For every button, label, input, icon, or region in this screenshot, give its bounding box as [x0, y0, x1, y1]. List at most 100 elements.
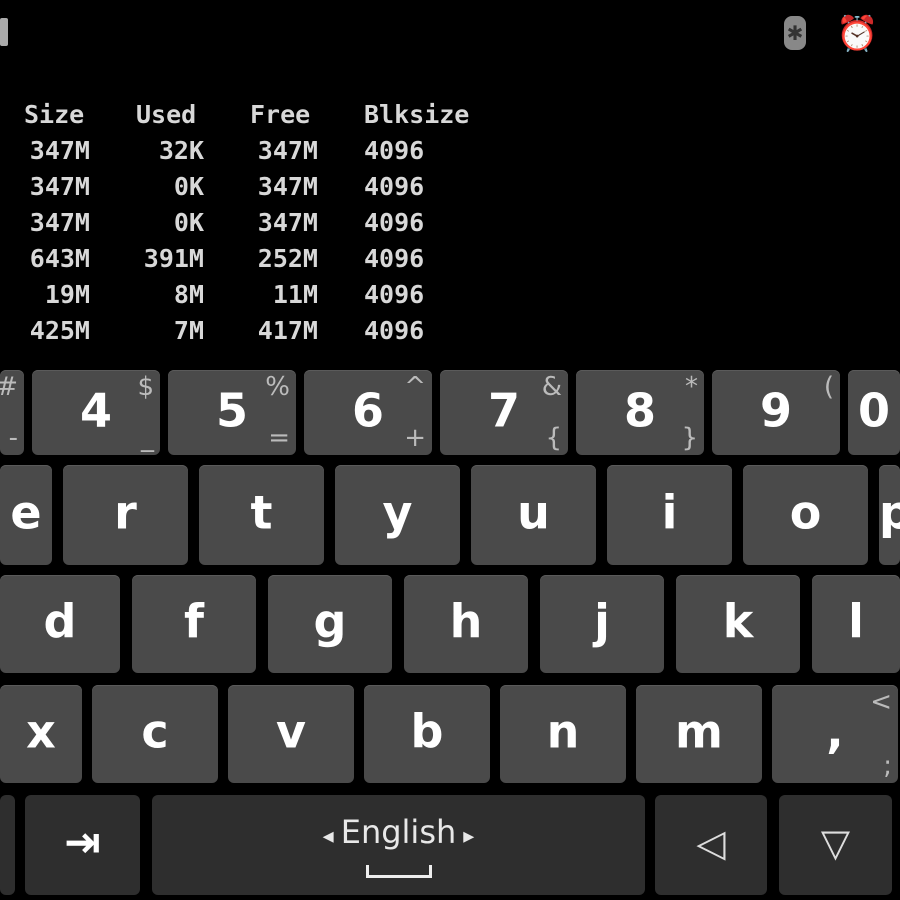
language-next-icon: ▸ — [456, 824, 475, 849]
key-g[interactable]: g — [268, 575, 392, 673]
key-label: g — [313, 594, 347, 649]
key-t[interactable]: t — [199, 465, 324, 565]
key-hint-bottom: } — [681, 423, 698, 453]
bluetooth-icon: ✱ — [784, 16, 806, 50]
key-x[interactable]: x — [0, 685, 82, 783]
terminal-cell: 252M — [257, 244, 318, 273]
terminal-cell: 4096 — [364, 208, 425, 237]
key-8[interactable]: 8 *} — [576, 370, 704, 455]
hide-keyboard-key[interactable]: ▽ — [779, 795, 892, 895]
key-label: u — [517, 485, 550, 540]
key-label: d — [43, 594, 77, 649]
key-hint-bottom: + — [404, 423, 426, 453]
terminal-row: 425M 7M 417M 4096 — [0, 316, 600, 352]
key-label: v — [276, 704, 306, 759]
terminal-row: 19M 8M 11M 4096 — [0, 280, 600, 316]
space-bar[interactable]: ◂ English ▸ — [152, 795, 645, 895]
key-label: m — [675, 704, 723, 759]
key-j[interactable]: j — [540, 575, 664, 673]
space-icon — [366, 865, 432, 878]
key-4[interactable]: 4 $ _ — [32, 370, 160, 455]
key-label: r — [114, 485, 137, 540]
key-hint-top: % — [265, 372, 290, 402]
terminal-cell: 347M — [257, 208, 318, 237]
terminal-cell: 0K — [173, 208, 204, 237]
terminal-cell: 11M — [272, 280, 318, 309]
alarm-icon: ⏰ — [836, 14, 879, 54]
key-hint-top: $ — [137, 372, 154, 402]
key-hint-bottom: = — [268, 423, 290, 453]
hide-keyboard-icon: ▽ — [820, 820, 851, 865]
terminal-row: 643M 391M 252M 4096 — [0, 244, 600, 280]
key-9[interactable]: 9( — [712, 370, 840, 455]
key-o[interactable]: o — [743, 465, 868, 565]
key-comma[interactable]: , <; — [772, 685, 898, 783]
notification-icon — [0, 18, 8, 46]
key-u[interactable]: u — [471, 465, 596, 565]
key-p[interactable]: p — [879, 465, 900, 565]
key-b[interactable]: b — [364, 685, 490, 783]
column-header: Free — [250, 100, 311, 129]
terminal-cell: 4096 — [364, 244, 425, 273]
column-header: Size — [24, 100, 85, 129]
key-hint-top: * — [685, 372, 698, 402]
terminal-header-row: Size Used Free Blksize — [0, 100, 600, 136]
key-c[interactable]: c — [92, 685, 218, 783]
terminal-cell: 0K — [173, 172, 204, 201]
language-name: English — [340, 813, 457, 851]
key-label: i — [661, 485, 678, 540]
terminal-cell: 4096 — [364, 316, 425, 345]
key-7[interactable]: 7 &{ — [440, 370, 568, 455]
key-e[interactable]: e — [0, 465, 52, 565]
terminal-cell: 8M — [173, 280, 204, 309]
key-l[interactable]: l — [812, 575, 900, 673]
key-label: h — [449, 594, 483, 649]
key-hint-bottom: { — [545, 423, 562, 453]
key-label: c — [141, 704, 169, 759]
terminal-cell: 425M — [29, 316, 90, 345]
key-3[interactable]: #- — [0, 370, 24, 455]
key-hint-bottom: ; — [883, 751, 892, 781]
key-6[interactable]: 6 ^ + — [304, 370, 432, 455]
key-hint-bottom: - — [8, 423, 18, 453]
terminal-cell: 391M — [143, 244, 204, 273]
tab-key[interactable]: ⇥ — [25, 795, 140, 895]
key-f[interactable]: f — [132, 575, 256, 673]
terminal-cell: 32K — [158, 136, 204, 165]
key-label: p — [879, 485, 900, 540]
key-d[interactable]: d — [0, 575, 120, 673]
tab-icon: ⇥ — [64, 816, 101, 868]
column-header: Used — [136, 100, 197, 129]
key-k[interactable]: k — [676, 575, 800, 673]
key-h[interactable]: h — [404, 575, 528, 673]
key-5[interactable]: 5% = — [168, 370, 296, 455]
terminal-cell: 643M — [29, 244, 90, 273]
key-r[interactable]: r — [63, 465, 188, 565]
key-hint-bottom: _ — [141, 423, 154, 453]
language-label: ◂ English ▸ — [152, 813, 645, 851]
terminal-cell: 347M — [29, 172, 90, 201]
key-0[interactable]: 0 — [848, 370, 900, 455]
terminal-cell: 347M — [29, 208, 90, 237]
left-arrow-key[interactable]: ◁ — [655, 795, 767, 895]
terminal-cell: 4096 — [364, 172, 425, 201]
key-m[interactable]: m — [636, 685, 762, 783]
terminal-row: 347M 0K 347M 4096 — [0, 208, 600, 244]
key-label: b — [410, 704, 444, 759]
key-n[interactable]: n — [500, 685, 626, 783]
terminal-cell: 7M — [173, 316, 204, 345]
terminal-cell: 417M — [257, 316, 318, 345]
key-label: y — [382, 485, 413, 540]
key-label: e — [10, 485, 42, 540]
key-label: t — [250, 485, 273, 540]
terminal-row: 347M 32K 347M 4096 — [0, 136, 600, 172]
key-v[interactable]: v — [228, 685, 354, 783]
key-i[interactable]: i — [607, 465, 732, 565]
key-symbols[interactable] — [0, 795, 15, 895]
key-hint-top: < — [870, 687, 892, 717]
terminal-cell: 347M — [29, 136, 90, 165]
language-prev-icon: ◂ — [322, 824, 341, 849]
key-y[interactable]: y — [335, 465, 460, 565]
on-screen-keyboard: #-4$_5%=6^+7&{8*}9(0ertyuiopdfghjklxcvbn… — [0, 360, 900, 900]
key-hint-top: & — [541, 372, 562, 402]
